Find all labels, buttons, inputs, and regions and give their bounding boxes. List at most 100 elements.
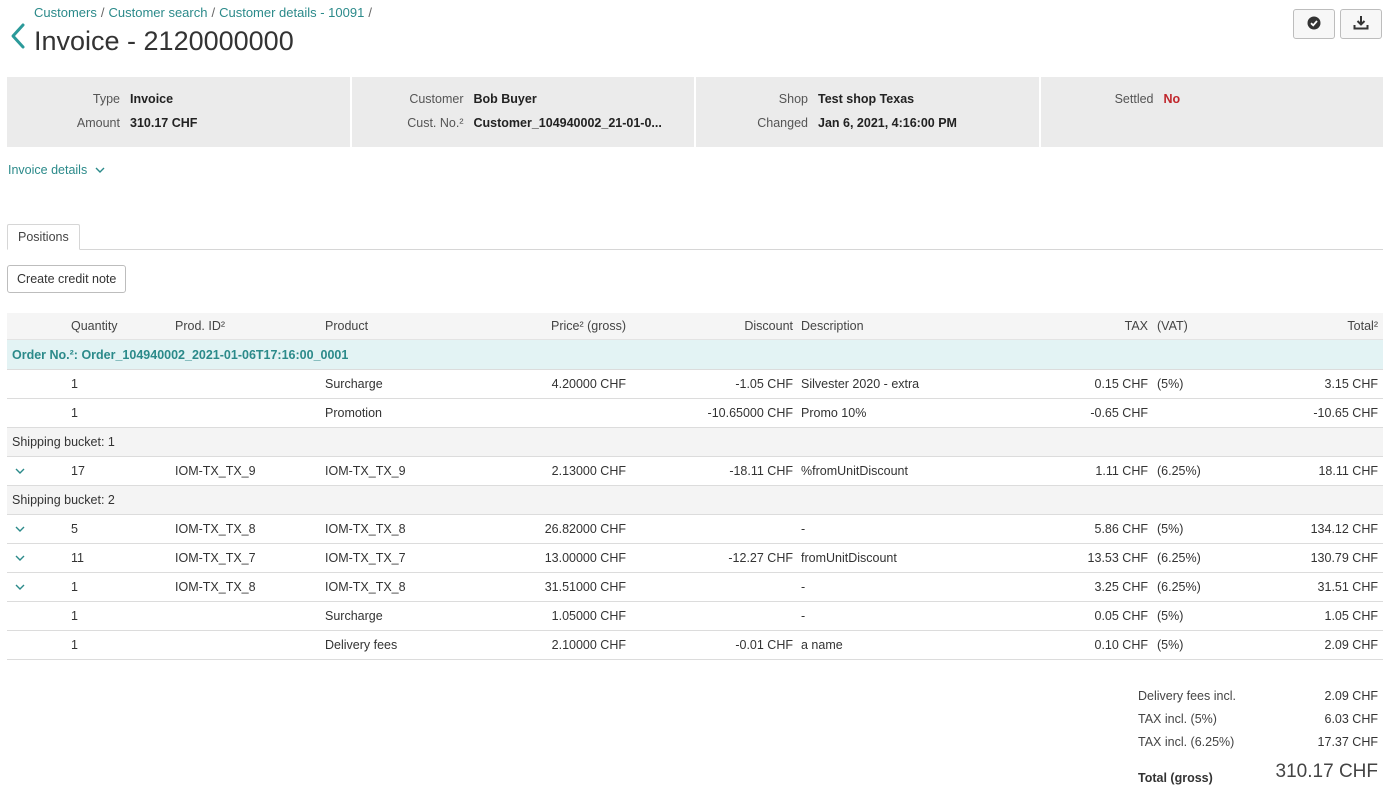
- chevron-down-icon: [95, 163, 105, 177]
- breadcrumb-customer-details[interactable]: Customer details - 10091: [219, 5, 364, 20]
- table-row: 17 IOM-TX_TX_9 IOM-TX_TX_9 2.13000 CHF -18.1…: [7, 457, 1383, 486]
- description-cell: Promo 10%: [801, 406, 867, 420]
- description-cell: fromUnitDiscount: [801, 551, 897, 565]
- table-row: 1 Surcharge 4.20000 CHF -1.05 CHF Silvester …: [7, 370, 1383, 399]
- chevron-down-icon[interactable]: [15, 544, 35, 572]
- tab-bar: Positions: [7, 224, 1383, 250]
- product-cell: Surcharge: [325, 377, 383, 391]
- shipping-bucket-row: Shipping bucket: 1: [7, 428, 1383, 457]
- header-tax[interactable]: TAX: [1125, 313, 1148, 339]
- header-total[interactable]: Total²: [1347, 313, 1378, 339]
- tab-positions[interactable]: Positions: [7, 224, 80, 250]
- breadcrumb-customer-search[interactable]: Customer search: [108, 5, 207, 20]
- changed-value: Jan 6, 2021, 4:16:00 PM: [818, 116, 957, 130]
- vat-cell: (5%): [1157, 609, 1184, 623]
- header-prod-id[interactable]: Prod. ID²: [175, 313, 225, 339]
- product-cell: Surcharge: [325, 609, 383, 623]
- breadcrumb: Customers / Customer search / Customer detai…: [34, 5, 372, 20]
- positions-table: Quantity Prod. ID² Product Price² (gross…: [7, 313, 1383, 660]
- invoice-details-toggle[interactable]: Invoice details: [8, 163, 105, 177]
- changed-label: Changed: [757, 116, 808, 130]
- vat-cell: (6.25%): [1157, 464, 1201, 478]
- vat-cell: (5%): [1157, 638, 1184, 652]
- header-price[interactable]: Price² (gross): [551, 313, 626, 339]
- tax-cell: 13.53 CHF: [1087, 551, 1148, 565]
- quantity-cell: 1: [71, 406, 78, 420]
- description-cell: -: [801, 522, 806, 536]
- create-credit-note-button[interactable]: Create credit note: [7, 265, 127, 293]
- product-cell: Delivery fees: [325, 638, 398, 652]
- chevron-down-icon[interactable]: [15, 457, 35, 485]
- tax-cell: 0.05 CHF: [1094, 609, 1149, 623]
- description-cell: a name: [801, 638, 843, 652]
- description-cell: -: [801, 580, 806, 594]
- discount-cell: -10.65000 CHF: [707, 406, 793, 420]
- price-cell: 2.10000 CHF: [551, 638, 626, 652]
- total-cell: 1.05 CHF: [1324, 609, 1379, 623]
- total-gross-label: Total (gross): [1138, 771, 1213, 785]
- header-description[interactable]: Description: [801, 313, 864, 339]
- prod-id-cell: IOM-TX_TX_8: [175, 580, 256, 594]
- mark-settled-button[interactable]: [1293, 9, 1335, 39]
- total-cell: 130.79 CHF: [1310, 551, 1378, 565]
- header-product[interactable]: Product: [325, 313, 368, 339]
- summary-customer-panel: Customer Bob Buyer Cust. No.² Customer_1…: [351, 77, 694, 147]
- prod-id-cell: IOM-TX_TX_8: [175, 522, 256, 536]
- summary-type-panel: Type Invoice Amount 310.17 CHF: [7, 77, 350, 147]
- table-row: 1 IOM-TX_TX_8 IOM-TX_TX_8 31.51000 CHF - 3.25…: [7, 573, 1383, 602]
- breadcrumb-customers[interactable]: Customers: [34, 5, 97, 20]
- header-vat: (VAT): [1157, 319, 1188, 333]
- header-quantity[interactable]: Quantity: [71, 313, 118, 339]
- invoice-summary: Type Invoice Amount 310.17 CHF Customer …: [7, 77, 1383, 147]
- chevron-down-icon[interactable]: [15, 515, 35, 543]
- product-cell: IOM-TX_TX_8: [325, 522, 406, 536]
- vat-cell: (6.25%): [1157, 551, 1201, 565]
- table-row: 1 Promotion -10.65000 CHF Promo 10% -0.65 CH…: [7, 399, 1383, 428]
- order-number: Order No.²: Order_104940002_2021-01-06T1…: [12, 347, 349, 362]
- table-row: 1 Delivery fees 2.10000 CHF -0.01 CHF a name…: [7, 631, 1383, 660]
- price-cell: 13.00000 CHF: [544, 551, 626, 565]
- product-cell: Promotion: [325, 406, 382, 420]
- price-cell: 26.82000 CHF: [544, 522, 626, 536]
- product-cell: IOM-TX_TX_8: [325, 580, 406, 594]
- customer-label: Customer: [409, 92, 464, 106]
- amount-label: Amount: [76, 116, 120, 130]
- price-cell: 2.13000 CHF: [551, 464, 626, 478]
- customer-value: Bob Buyer: [473, 92, 537, 106]
- shop-value: Test shop Texas: [818, 92, 915, 106]
- prod-id-cell: IOM-TX_TX_9: [175, 464, 256, 478]
- total-cell: 134.12 CHF: [1310, 522, 1378, 536]
- total-cell: 3.15 CHF: [1324, 377, 1379, 391]
- prod-id-cell: IOM-TX_TX_7: [175, 551, 256, 565]
- description-cell: Silvester 2020 - extra: [801, 377, 920, 391]
- tax-625-value: 17.37 CHF: [1317, 735, 1378, 749]
- quantity-cell: 17: [71, 464, 85, 478]
- delivery-fees-label: Delivery fees incl.: [1138, 689, 1236, 703]
- product-cell: IOM-TX_TX_7: [325, 551, 406, 565]
- tax-cell: 3.25 CHF: [1094, 580, 1149, 594]
- quantity-cell: 1: [71, 377, 78, 391]
- tax-cell: -0.65 CHF: [1090, 406, 1148, 420]
- discount-cell: -1.05 CHF: [735, 377, 793, 391]
- header-discount[interactable]: Discount: [744, 313, 793, 339]
- quantity-cell: 1: [71, 580, 78, 594]
- discount-cell: -18.11 CHF: [729, 464, 793, 478]
- chevron-left-icon[interactable]: [8, 22, 28, 50]
- tax-625-label: TAX incl. (6.25%): [1138, 735, 1235, 749]
- settled-value: No: [1163, 92, 1181, 106]
- chevron-down-icon[interactable]: [15, 573, 35, 601]
- download-icon: [1353, 15, 1369, 33]
- tax-5-value: 6.03 CHF: [1324, 712, 1379, 726]
- quantity-cell: 5: [71, 522, 78, 536]
- table-header: Quantity Prod. ID² Product Price² (gross…: [7, 313, 1383, 340]
- shop-label: Shop: [778, 92, 808, 106]
- settled-label: Settled: [1114, 92, 1154, 106]
- order-group-row: Order No.²: Order_104940002_2021-01-06T1…: [7, 340, 1383, 370]
- table-row: 1 Surcharge 1.05000 CHF - 0.05 CHF (5%) 1.05 C…: [7, 602, 1383, 631]
- total-cell: -10.65 CHF: [1313, 406, 1378, 420]
- total-cell: 18.11 CHF: [1318, 464, 1378, 478]
- summary-shop-panel: Shop Test shop Texas Changed Jan 6, 2021…: [696, 77, 1039, 147]
- price-cell: 4.20000 CHF: [551, 377, 626, 391]
- download-button[interactable]: [1340, 9, 1382, 39]
- custno-value: Customer_104940002_21-01-0...: [473, 116, 662, 130]
